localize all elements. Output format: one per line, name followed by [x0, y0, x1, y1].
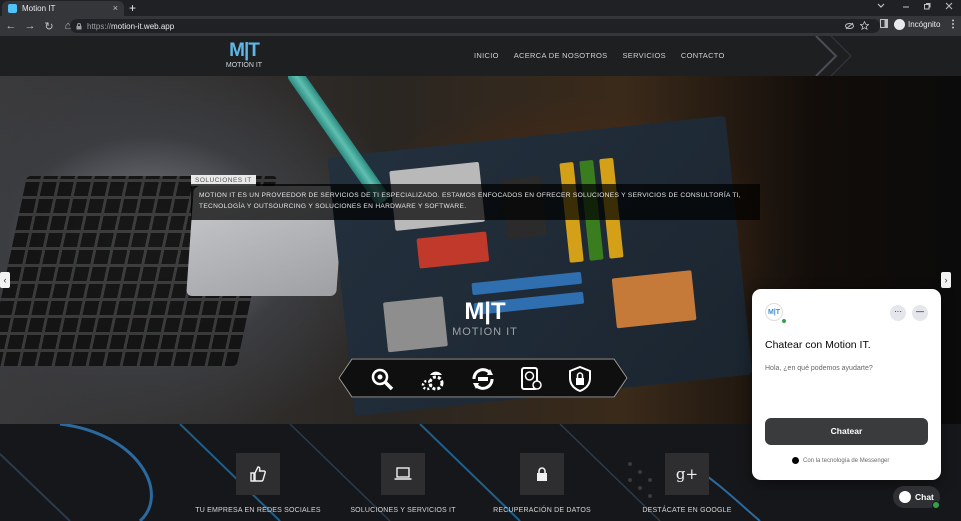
incognito-eye-icon[interactable] [845, 22, 854, 30]
logo-text: MOTION IT [225, 62, 263, 69]
tab-search-icon[interactable] [877, 2, 885, 10]
chat-footer: Con la tecnología de Messenger [792, 457, 889, 464]
feature-google[interactable]: g+ DESTÁCATE EN GOOGLE [622, 453, 752, 514]
page-avatar: M|T [765, 303, 783, 321]
minimize-window-icon[interactable] [902, 2, 910, 10]
hero-caption-text: MOTION IT ES UN PROVEEDOR DE SERVICIOS D… [199, 192, 741, 210]
tab-close-icon[interactable]: × [113, 4, 118, 13]
reload-button[interactable]: ↻ [41, 20, 57, 33]
feature-label: TU EMPRESA EN REDES SOCIALES [195, 507, 321, 514]
feature-data-recovery[interactable]: RECUPERACIÓN DE DATOS [477, 453, 607, 514]
incognito-avatar-icon [894, 19, 905, 30]
lock-icon [76, 22, 82, 29]
online-badge-icon [932, 501, 940, 509]
url-scheme: https:// [87, 21, 112, 31]
favicon-icon [8, 4, 17, 13]
more-options-button[interactable]: ··· [890, 305, 906, 321]
url-host: motion-it.web.app [111, 21, 175, 31]
feature-social[interactable]: TU EMPRESA EN REDES SOCIALES [193, 453, 323, 514]
hero-logo: M|T MOTION IT [450, 298, 520, 346]
incognito-profile[interactable]: Incógnito [894, 19, 940, 30]
new-tab-button[interactable]: + [129, 1, 136, 15]
menu-item-acerca[interactable]: ACERCA DE NOSOTROS [514, 51, 608, 60]
side-panel-icon[interactable] [880, 19, 888, 28]
shield-lock-icon[interactable] [567, 366, 593, 392]
tab-title: Motion IT [22, 4, 56, 13]
logo-mark: M|T [229, 40, 260, 61]
gears-icon[interactable] [420, 366, 446, 392]
chat-launcher-label: Chat [915, 492, 934, 502]
browser-menu-icon[interactable] [951, 19, 955, 29]
messenger-chat-widget: M|T ··· — Chatear con Motion IT. Hola, ¿… [752, 289, 941, 480]
main-menu: INICIO ACERCA DE NOSOTROS SERVICIOS CONT… [474, 51, 725, 60]
forward-button[interactable]: → [22, 20, 38, 32]
screen: Motion IT × + ← → ↻ ⌂ https:// motion-it… [0, 0, 961, 521]
laptop-icon [381, 453, 425, 495]
hero-caption: MOTION IT ES UN PROVEEDOR DE SERVICIOS D… [191, 184, 760, 220]
minimize-chat-button[interactable]: — [912, 305, 928, 321]
feature-label: DESTÁCATE EN GOOGLE [642, 507, 732, 514]
messenger-icon [792, 457, 799, 464]
incognito-label: Incógnito [908, 20, 941, 29]
chat-footer-text: Con la tecnología de Messenger [803, 457, 890, 464]
menu-item-servicios[interactable]: SERVICIOS [622, 51, 665, 60]
slider-next-button[interactable]: › [941, 272, 951, 288]
menu-item-contacto[interactable]: CONTACTO [681, 51, 725, 60]
bookmark-star-icon[interactable] [860, 21, 869, 30]
hero-tag-text: SOLUCIONES IT [195, 177, 252, 184]
address-bar[interactable]: https:// motion-it.web.app [70, 19, 880, 33]
slider-prev-button[interactable]: ‹ [0, 272, 10, 288]
feature-it-services[interactable]: SOLUCIONES Y SERVICIOS IT [338, 453, 468, 514]
hero-logo-mark: M|T [464, 298, 506, 325]
feature-label: SOLUCIONES Y SERVICIOS IT [350, 507, 456, 514]
restore-window-icon[interactable] [923, 2, 931, 10]
hero-logo-text: MOTION IT [452, 326, 518, 338]
update-icon[interactable] [470, 366, 496, 392]
menu-item-inicio[interactable]: INICIO [474, 51, 499, 60]
site-header: M|T MOTION IT INICIO ACERCA DE NOSOTROS … [0, 36, 961, 76]
google-plus-icon: g+ [665, 453, 709, 495]
lock-icon [520, 453, 564, 495]
close-window-icon[interactable] [945, 2, 953, 10]
hard-drive-icon[interactable] [518, 366, 544, 392]
feature-label: RECUPERACIÓN DE DATOS [493, 507, 591, 514]
chat-title: Chatear con Motion IT. [765, 339, 871, 351]
chat-greeting: Hola, ¿en qué podemos ayudarte? [765, 365, 873, 372]
header-decoration [815, 36, 852, 76]
browser-toolbar: ← → ↻ ⌂ https:// motion-it.web.app Incóg… [0, 16, 961, 36]
start-chat-button[interactable]: Chatear [765, 418, 928, 445]
browser-tab[interactable]: Motion IT × [2, 1, 124, 16]
browser-tabstrip: Motion IT × + [0, 0, 961, 16]
messenger-icon [899, 491, 911, 503]
site-logo[interactable]: M|T MOTION IT [224, 40, 264, 74]
back-button[interactable]: ← [3, 20, 19, 32]
online-status-icon [781, 318, 787, 324]
services-icon-strip [338, 358, 628, 398]
search-gear-icon[interactable] [369, 366, 395, 392]
thumbs-up-icon [236, 453, 280, 495]
